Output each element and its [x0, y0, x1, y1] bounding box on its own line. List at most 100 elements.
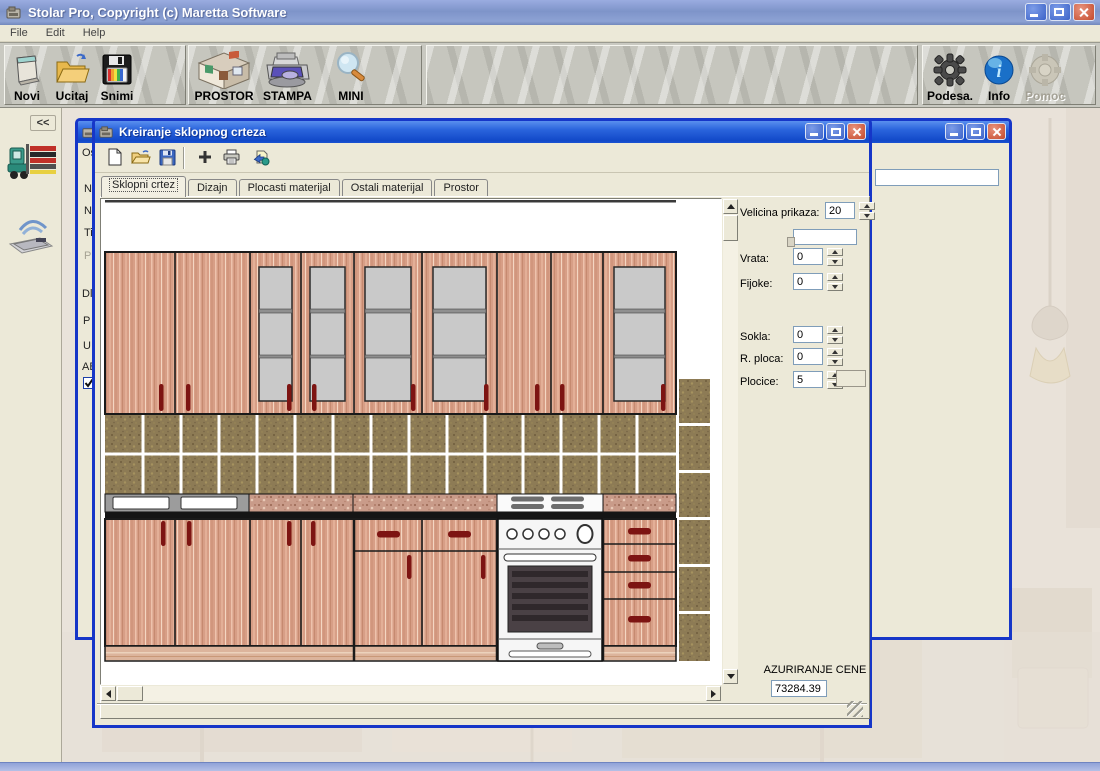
rploca-input[interactable] [793, 348, 823, 365]
sokla-spin-up[interactable] [827, 326, 843, 334]
svg-text:i: i [997, 61, 1002, 81]
kitchen-elevation-drawing [101, 199, 721, 684]
ceiling-line [105, 200, 676, 203]
sidebar: << [0, 108, 62, 762]
bg-maximize-button[interactable] [966, 123, 985, 140]
hscroll-thumb[interactable] [117, 686, 143, 701]
tab-sklopni-crtez[interactable]: Sklopni crtez [101, 176, 186, 197]
dialog-save-button[interactable] [155, 145, 179, 169]
plocice-extra-field[interactable] [836, 370, 866, 387]
tab-dizajn[interactable]: Dizajn [188, 179, 237, 197]
toolbar-group-tools: PROSTOR STAMPA [188, 45, 422, 105]
price-label: AZURIRANJE CENE [755, 664, 875, 676]
dialog-minimize-button[interactable] [805, 123, 824, 140]
printer-icon [263, 51, 311, 89]
plocice-input[interactable] [793, 371, 823, 388]
fijoke-spin-down[interactable] [827, 283, 843, 291]
snimi-button[interactable]: Snimi [95, 48, 139, 104]
rploca-label: R. ploca: [740, 353, 783, 365]
scale-field-nub [787, 237, 795, 247]
close-button[interactable] [1073, 3, 1095, 21]
tab-plocasti-materijal[interactable]: Plocasti materijal [239, 179, 340, 197]
velicina-spin-up[interactable] [859, 202, 875, 210]
dialog-tabs: Sklopni crtez Dizajn Plocasti materijal … [101, 176, 490, 197]
dialog-maximize-button[interactable] [826, 123, 845, 140]
dialog-close-button[interactable] [847, 123, 866, 140]
mini-button[interactable]: MINI [326, 48, 376, 104]
vrata-spin-up[interactable] [827, 248, 843, 256]
vrata-label: Vrata: [740, 253, 769, 265]
tab-prostor[interactable]: Prostor [434, 179, 487, 197]
dialog-icon [99, 125, 114, 140]
save-small-icon [159, 149, 176, 166]
dialog-add-button[interactable] [193, 145, 217, 169]
tab-ostali-materijal[interactable]: Ostali materijal [342, 179, 433, 197]
sokla-input[interactable] [793, 326, 823, 343]
sokla-spin-down[interactable] [827, 336, 843, 344]
fijoke-spin-up[interactable] [827, 273, 843, 281]
scroll-left-button[interactable] [101, 686, 116, 701]
velicina-spin-down[interactable] [859, 212, 875, 220]
vscroll-thumb[interactable] [723, 215, 738, 241]
scale-field[interactable] [793, 229, 857, 245]
info-button[interactable]: i Info [977, 48, 1021, 104]
pomoc-button[interactable]: Pomoc [1021, 48, 1069, 104]
main-toolbar: Novi Ucitaj [0, 42, 1100, 108]
scroll-up-button[interactable] [723, 199, 738, 214]
vrata-spin-down[interactable] [827, 258, 843, 266]
client-area: << [0, 108, 1100, 762]
dialog-title: Kreiranje sklopnog crteza [119, 125, 266, 139]
dialog-print-button[interactable] [219, 145, 243, 169]
novi-button[interactable]: Novi [5, 48, 49, 104]
ucitaj-button[interactable]: Ucitaj [49, 48, 95, 104]
toolbar-group-spacer [426, 45, 918, 105]
velicina-input[interactable] [825, 202, 855, 219]
dialog-toolbar [95, 145, 869, 173]
stampa-button[interactable]: STAMPA [259, 48, 316, 104]
open-folder-icon [53, 51, 91, 89]
rploca-spin-down[interactable] [827, 358, 843, 366]
fijoke-input[interactable] [793, 273, 823, 290]
sidebar-collapse-button[interactable]: << [30, 115, 56, 131]
sokla-label: Sokla: [740, 331, 771, 343]
dialog-titlebar: Kreiranje sklopnog crteza [95, 121, 869, 143]
bg-minimize-button[interactable] [945, 123, 964, 140]
maximize-button[interactable] [1049, 3, 1071, 21]
bg-close-button[interactable] [987, 123, 1006, 140]
window-title: Stolar Pro, Copyright (c) Maretta Softwa… [28, 5, 287, 20]
dialog-export-button[interactable] [249, 145, 273, 169]
vrata-input[interactable] [793, 248, 823, 265]
fijoke-label: Fijoke: [740, 278, 772, 290]
drawing-canvas[interactable] [100, 198, 722, 685]
price-field[interactable] [771, 680, 827, 697]
fijoke-spinner [793, 273, 843, 291]
menu-file[interactable]: File [10, 27, 28, 39]
countertop [105, 494, 676, 519]
right-tile-column [679, 379, 710, 661]
bg-label-1: N [84, 183, 92, 195]
menu-edit[interactable]: Edit [46, 27, 65, 39]
menu-help[interactable]: Help [83, 27, 106, 39]
velicina-spinner [825, 202, 875, 220]
dialog-new-button[interactable] [103, 145, 127, 169]
toolbar-separator [183, 147, 185, 169]
scroll-right-button[interactable] [706, 686, 721, 701]
minimize-button[interactable] [1025, 3, 1047, 21]
bg-window-text-field[interactable] [875, 169, 999, 186]
podesa-button[interactable]: Podesa. [923, 48, 977, 104]
scanner-icon [6, 210, 58, 262]
scroll-down-button[interactable] [723, 669, 738, 684]
bg-label-4: P [84, 250, 91, 262]
dialog-open-button[interactable] [129, 145, 153, 169]
sokla-spinner [793, 326, 843, 344]
prostor-button[interactable]: PROSTOR [189, 48, 259, 104]
resize-grip[interactable] [847, 701, 863, 717]
bg-label-7: U [83, 340, 91, 352]
status-divider [97, 703, 867, 705]
main-window-bottom-border [0, 762, 1100, 771]
new-page-icon [107, 148, 123, 166]
rploca-spin-up[interactable] [827, 348, 843, 356]
bg-label-2: N [84, 205, 92, 217]
print-icon [222, 149, 241, 165]
plocice-label: Plocice: [740, 376, 779, 388]
